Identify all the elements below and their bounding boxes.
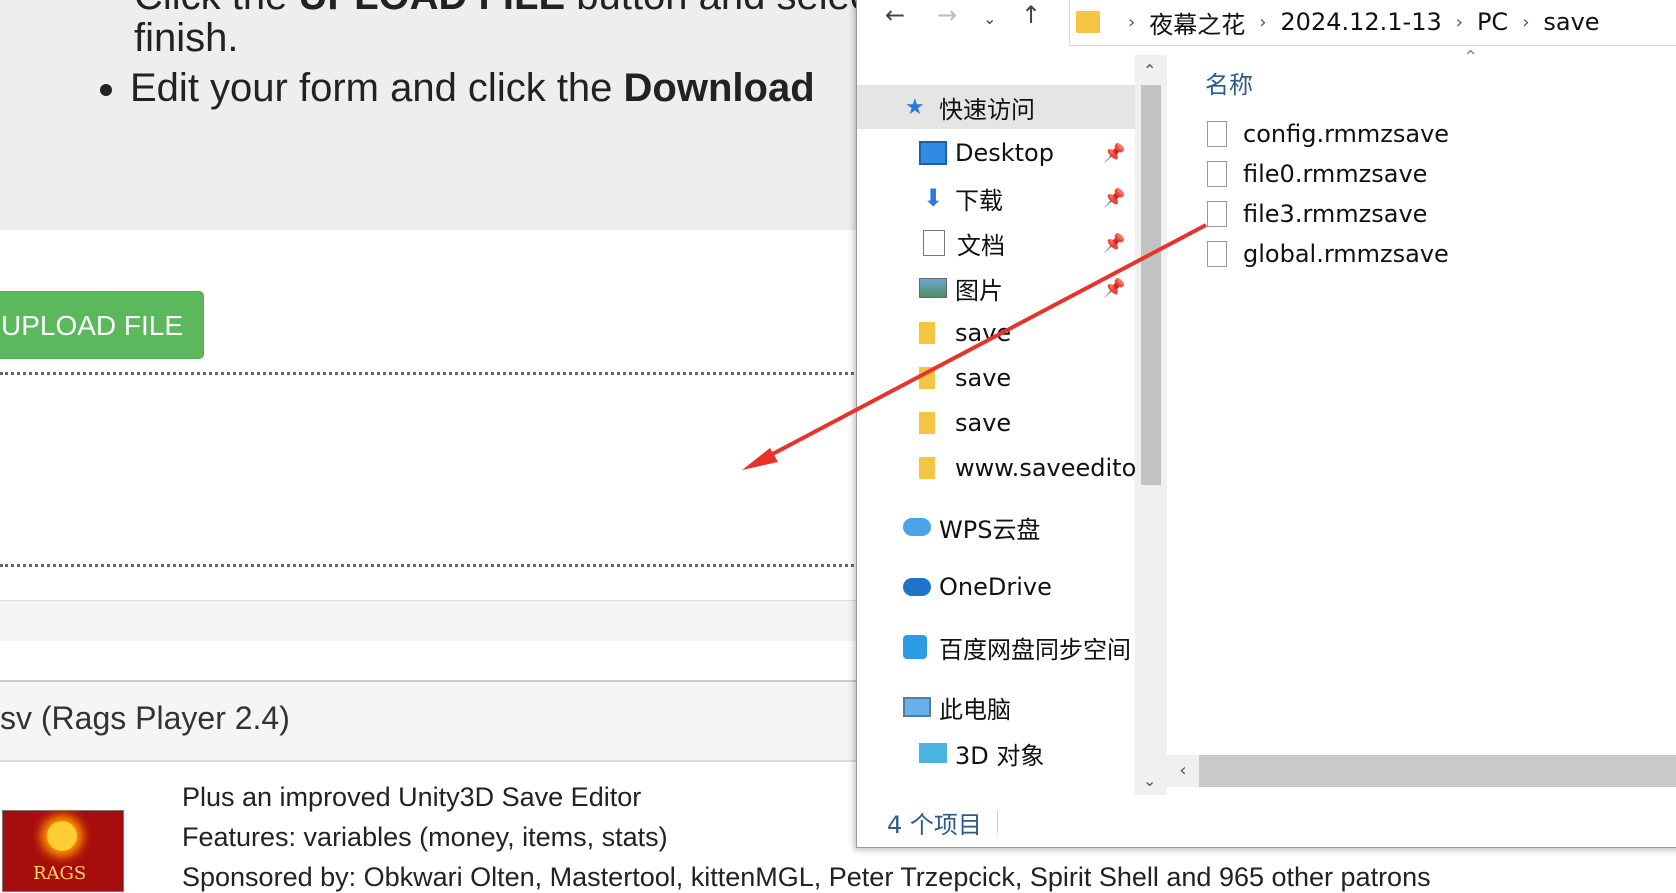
scrollbar-thumb[interactable]: [1141, 85, 1161, 485]
navigation-pane: ★ 快速访问 Desktop 📌 ⬇ 下载 📌 文档 📌 图片 📌 save s…: [857, 55, 1135, 795]
file-item[interactable]: file0.rmmzsave: [1207, 157, 1427, 191]
explorer-toolbar: ← → ⌄ ↑ › 夜幕之花 › 2024.12.1-13 › PC › sav…: [857, 0, 1676, 47]
horizontal-scrollbar[interactable]: ‹: [1167, 755, 1676, 787]
breadcrumb-item[interactable]: PC: [1477, 8, 1508, 36]
instruction-bullet-2: Edit your form and click the Download: [100, 66, 815, 111]
instruction-line-1: Click the UPLOAD FILE button and select: [134, 0, 881, 19]
nav-item-save-1[interactable]: save: [857, 311, 1135, 355]
folder-icon: [919, 457, 935, 479]
pin-icon[interactable]: 📌: [1103, 188, 1125, 209]
address-bar[interactable]: › 夜幕之花 › 2024.12.1-13 › PC › save: [1069, 0, 1676, 46]
onedrive-icon: [903, 578, 931, 596]
chevron-right-icon[interactable]: ›: [1522, 12, 1529, 33]
feature-line-2: Features: variables (money, items, stats…: [182, 822, 668, 852]
feature-line-3: Sponsored by: Obkwari Olten, Mastertool,…: [182, 862, 1431, 892]
pin-icon[interactable]: 📌: [1103, 233, 1125, 254]
nav-onedrive[interactable]: OneDrive: [857, 565, 1135, 609]
forward-arrow-icon[interactable]: →: [937, 1, 957, 29]
breadcrumb-item[interactable]: 2024.12.1-13: [1280, 8, 1441, 36]
dropzone-bottom-border: [0, 564, 860, 567]
file-icon: [1207, 161, 1227, 187]
instruction-line-1-end: finish.: [134, 16, 239, 60]
sort-ascending-icon: ⌃: [1463, 47, 1479, 68]
folder-icon: [1076, 11, 1100, 33]
file-explorer-window: ← → ⌄ ↑ › 夜幕之花 › 2024.12.1-13 › PC › sav…: [856, 0, 1676, 848]
file-icon: [1207, 201, 1227, 227]
folder-icon: [919, 412, 935, 434]
up-arrow-icon[interactable]: ↑: [1021, 1, 1041, 29]
document-icon: [923, 230, 945, 256]
baidu-netdisk-icon: [903, 635, 927, 659]
status-bar: 4 个项目: [857, 797, 1676, 847]
file-item[interactable]: global.rmmzsave: [1207, 237, 1449, 271]
desktop-icon: [919, 141, 947, 165]
section-title: sv (Rags Player 2.4): [0, 700, 290, 736]
navigation-scrollbar[interactable]: ⌃ ⌄: [1135, 55, 1167, 795]
breadcrumb-item[interactable]: save: [1543, 8, 1599, 36]
nav-item-save-3[interactable]: save: [857, 401, 1135, 445]
nav-item-save-2[interactable]: save: [857, 356, 1135, 400]
dropzone-top-border: [0, 372, 860, 375]
rags-logo: RAGS: [2, 810, 124, 892]
cube-icon: [919, 743, 947, 763]
chevron-right-icon[interactable]: ›: [1128, 12, 1135, 33]
nav-wps-cloud[interactable]: WPS云盘: [857, 505, 1135, 549]
download-icon: ⬇: [922, 184, 944, 212]
pin-icon[interactable]: 📌: [1103, 143, 1125, 164]
nav-item-saveeditor[interactable]: www.saveeditor: [857, 446, 1135, 490]
sun-icon: [47, 821, 77, 851]
recent-locations-chevron-icon[interactable]: ⌄: [983, 9, 996, 28]
item-count: 4 个项目: [887, 810, 982, 839]
nav-item-desktop[interactable]: Desktop 📌: [857, 131, 1135, 175]
scroll-left-icon[interactable]: ‹: [1167, 755, 1199, 787]
file-icon: [1207, 241, 1227, 267]
folder-icon: [919, 367, 935, 389]
back-arrow-icon[interactable]: ←: [885, 1, 905, 29]
file-item[interactable]: file3.rmmzsave: [1207, 197, 1427, 231]
file-list-pane: ⌃ 名称 config.rmmzsave file0.rmmzsave file…: [1167, 47, 1676, 797]
column-header-name[interactable]: 名称: [1205, 65, 1253, 100]
nav-baidu-sync[interactable]: 百度网盘同步空间: [857, 625, 1135, 669]
file-icon: [1207, 121, 1227, 147]
file-item[interactable]: config.rmmzsave: [1207, 117, 1449, 151]
pin-icon[interactable]: 📌: [1103, 278, 1125, 299]
nav-item-documents[interactable]: 文档 📌: [857, 221, 1135, 265]
nav-item-downloads[interactable]: ⬇ 下载 📌: [857, 176, 1135, 220]
chevron-right-icon[interactable]: ›: [1456, 12, 1463, 33]
bullet-icon: [100, 84, 112, 97]
upload-file-button[interactable]: UPLOAD FILE: [0, 291, 204, 359]
feature-line-1: Plus an improved Unity3D Save Editor: [182, 782, 642, 812]
status-separator: [997, 811, 998, 833]
nav-3d-objects[interactable]: 3D 对象: [857, 731, 1135, 775]
instructions-panel: Click the UPLOAD FILE button and select …: [0, 0, 881, 230]
nav-item-pictures[interactable]: 图片 📌: [857, 266, 1135, 310]
separator-band: [0, 600, 860, 641]
nav-this-pc[interactable]: 此电脑: [857, 685, 1135, 729]
breadcrumb-item[interactable]: 夜幕之花: [1149, 5, 1245, 40]
scroll-up-icon[interactable]: ⌃: [1143, 61, 1156, 80]
scroll-down-icon[interactable]: ⌄: [1143, 771, 1156, 790]
folder-icon: [919, 322, 935, 344]
chevron-right-icon[interactable]: ›: [1259, 12, 1266, 33]
star-icon: ★: [905, 95, 925, 120]
cloud-icon: [903, 518, 931, 536]
nav-quick-access[interactable]: ★ 快速访问: [857, 85, 1135, 129]
computer-icon: [903, 697, 931, 717]
pictures-icon: [919, 278, 947, 298]
